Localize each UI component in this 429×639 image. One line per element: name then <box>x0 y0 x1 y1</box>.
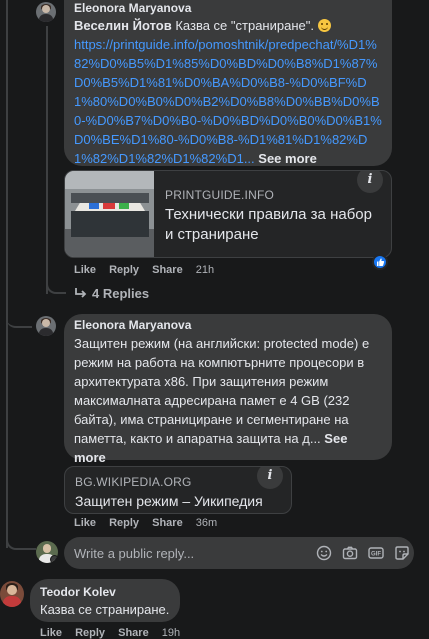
link-preview[interactable]: BG.WIKIPEDIA.ORG Защитен режим – Уикипед… <box>64 466 292 514</box>
comment-author[interactable]: Eleonora Maryanova <box>74 318 382 332</box>
comment-bubble: Eleonora Maryanova Веселин Йотов Казва с… <box>64 0 392 166</box>
smile-emoji-icon <box>317 19 331 32</box>
preview-image <box>65 171 154 257</box>
like-button[interactable]: Like <box>40 627 62 639</box>
thread-line-inner <box>46 26 48 294</box>
share-button[interactable]: Share <box>152 264 183 276</box>
preview-title[interactable]: Защитен режим – Уикипедия <box>75 491 263 511</box>
preview-domain: BG.WIKIPEDIA.ORG <box>75 475 192 489</box>
sticker-icon[interactable] <box>394 545 410 561</box>
thread-line-inner-curve <box>46 278 66 294</box>
like-button[interactable]: Like <box>74 264 96 276</box>
reply-input-box[interactable]: Write a public reply... GIF <box>64 537 414 569</box>
info-icon[interactable]: i <box>357 171 383 193</box>
reply-button[interactable]: Reply <box>109 264 139 276</box>
avatar[interactable] <box>0 581 24 607</box>
comment-actions: Like Reply Share 19h <box>40 627 190 639</box>
thread-line-outer <box>6 0 8 548</box>
preview-title[interactable]: Технически правила за набор и страниране <box>165 205 379 245</box>
timestamp[interactable]: 36m <box>196 517 217 529</box>
mention-link[interactable]: Веселин Йотов <box>74 18 172 33</box>
comment-actions: Like Reply Share 21h <box>74 264 224 276</box>
comment-author[interactable]: Teodor Kolev <box>40 585 170 599</box>
timestamp[interactable]: 21h <box>196 264 214 276</box>
reply-button[interactable]: Reply <box>109 517 139 529</box>
gif-icon[interactable]: GIF <box>368 545 384 561</box>
reply-button[interactable]: Reply <box>75 627 105 639</box>
current-user-avatar[interactable] <box>36 541 58 563</box>
preview-domain: PRINTGUIDE.INFO <box>165 188 275 202</box>
thread-line-outer-curve <box>6 534 36 550</box>
info-icon[interactable]: i <box>257 467 283 489</box>
view-replies[interactable]: 4 Replies <box>74 286 149 301</box>
see-more-button[interactable]: See more <box>258 151 317 166</box>
share-button[interactable]: Share <box>118 627 149 639</box>
avatar[interactable] <box>36 316 56 336</box>
timestamp[interactable]: 19h <box>162 627 180 639</box>
like-reaction-icon[interactable] <box>372 254 388 270</box>
emoji-icon[interactable] <box>316 545 332 561</box>
reply-input[interactable]: Write a public reply... <box>74 546 194 561</box>
comment-bubble: Teodor Kolev Казва се страниране. <box>30 579 180 622</box>
camera-icon[interactable] <box>342 545 358 561</box>
avatar[interactable] <box>36 2 56 22</box>
comment-text: Защитен режим (на английски: protected m… <box>74 336 370 465</box>
comment-actions: Like Reply Share 36m <box>74 517 227 529</box>
comment-text: Казва се страниране. <box>40 602 170 617</box>
thread-line-comment2 <box>6 312 32 328</box>
share-button[interactable]: Share <box>152 517 183 529</box>
comment-bubble: Eleonora Maryanova Защитен режим (на анг… <box>64 314 392 465</box>
link-preview[interactable]: PRINTGUIDE.INFO Технически правила за на… <box>64 170 392 258</box>
reply-arrow-icon <box>75 288 87 298</box>
comment-text: Веселин Йотов Казва се "страниране". htt… <box>74 18 382 166</box>
comment-author[interactable]: Eleonora Maryanova <box>74 1 382 15</box>
comment-link[interactable]: https://printguide.info/pomoshtnik/predp… <box>74 37 382 166</box>
svg-text:GIF: GIF <box>371 552 381 558</box>
like-button[interactable]: Like <box>74 517 96 529</box>
